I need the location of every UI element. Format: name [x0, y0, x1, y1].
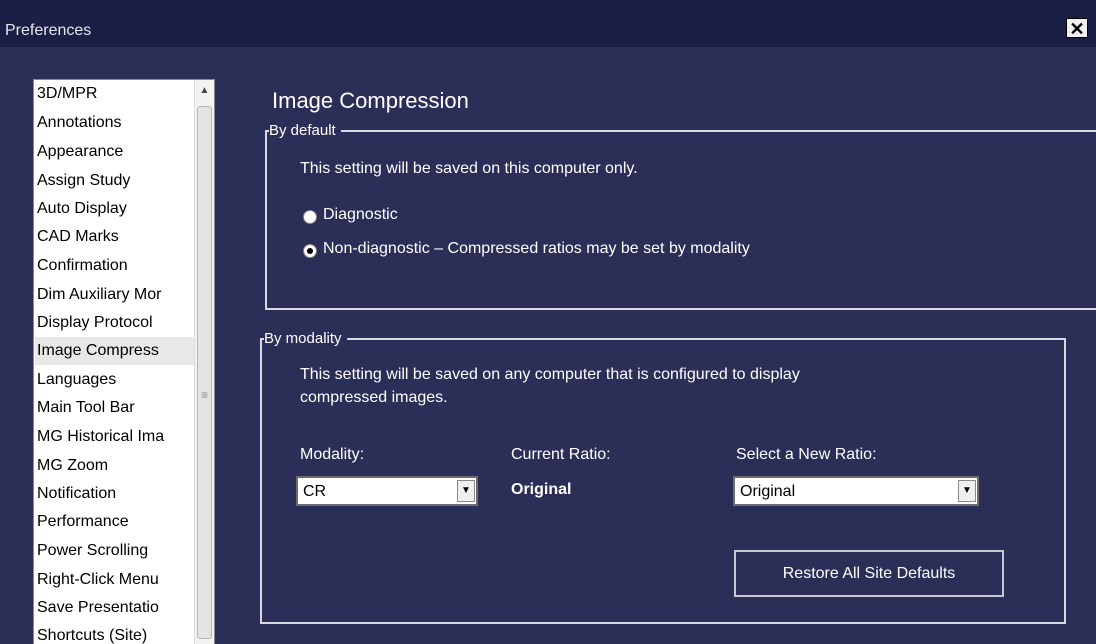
by-modality-legend: By modality	[260, 329, 347, 349]
sidebar-item-main-tool-bar[interactable]: Main Tool Bar	[37, 394, 193, 422]
sidebar-item-languages[interactable]: Languages	[37, 366, 193, 394]
sidebar-item-performance[interactable]: Performance	[37, 508, 193, 536]
sidebar-item-mg-historical[interactable]: MG Historical Ima	[37, 423, 193, 451]
sidebar-item-cad-marks[interactable]: CAD Marks	[37, 223, 193, 251]
new-ratio-label: Select a New Ratio:	[736, 446, 877, 463]
restore-all-site-defaults-button[interactable]: Restore All Site Defaults	[734, 550, 1004, 597]
by-modality-note-line2: compressed images.	[300, 389, 448, 406]
sidebar-item-shortcuts-site[interactable]: Shortcuts (Site)	[37, 622, 193, 644]
sidebar-item-dim-auxiliary[interactable]: Dim Auxiliary Mor	[37, 281, 193, 309]
sidebar-item-display-protocol[interactable]: Display Protocol	[37, 309, 193, 337]
close-icon: ✕	[1069, 19, 1085, 39]
by-default-legend: By default	[265, 121, 341, 141]
new-ratio-select[interactable]: Original ▼	[733, 476, 979, 506]
current-ratio-value: Original	[511, 481, 572, 498]
scroll-up-arrow-icon[interactable]: ▲	[195, 80, 214, 104]
modality-label: Modality:	[300, 446, 365, 463]
scroll-grip-icon: ≡	[201, 388, 209, 402]
non-diagnostic-radio[interactable]	[303, 244, 317, 258]
by-modality-note-line1: This setting will be saved on any comput…	[300, 366, 800, 383]
preferences-category-list[interactable]: 3D/MPR Annotations Appearance Assign Stu…	[33, 79, 215, 644]
diagnostic-radio-label[interactable]: Diagnostic	[323, 206, 398, 224]
sidebar-item-notification[interactable]: Notification	[37, 480, 193, 508]
by-default-note: This setting will be saved on this compu…	[300, 160, 638, 177]
chevron-down-icon[interactable]: ▼	[457, 480, 475, 502]
current-ratio-label: Current Ratio:	[511, 446, 611, 463]
new-ratio-select-value: Original	[740, 483, 796, 500]
sidebar-item-3d-mpr[interactable]: 3D/MPR	[37, 80, 193, 108]
page-title: Image Compression	[272, 88, 469, 113]
sidebar-item-right-click-menu[interactable]: Right-Click Menu	[37, 566, 193, 594]
non-diagnostic-radio-label[interactable]: Non-diagnostic – Compressed ratios may b…	[323, 240, 750, 258]
sidebar-item-confirmation[interactable]: Confirmation	[37, 252, 193, 280]
modality-select-value: CR	[303, 483, 327, 500]
diagnostic-radio[interactable]	[303, 210, 317, 224]
sidebar-item-auto-display[interactable]: Auto Display	[37, 195, 193, 223]
chevron-down-icon[interactable]: ▼	[958, 480, 976, 502]
sidebar-item-mg-zoom[interactable]: MG Zoom	[37, 452, 193, 480]
list-scrollbar[interactable]: ▲ ≡	[194, 80, 214, 644]
close-button[interactable]: ✕	[1066, 18, 1088, 39]
sidebar-item-power-scrolling[interactable]: Power Scrolling	[37, 537, 193, 565]
window-title: Preferences	[5, 22, 92, 39]
sidebar-item-save-presentation[interactable]: Save Presentatio	[37, 594, 193, 622]
scroll-thumb[interactable]: ≡	[197, 106, 212, 639]
modality-select[interactable]: CR ▼	[296, 476, 478, 506]
sidebar-item-appearance[interactable]: Appearance	[37, 138, 193, 166]
sidebar-item-assign-study[interactable]: Assign Study	[37, 167, 193, 195]
title-bar: Preferences ✕	[0, 0, 1096, 47]
sidebar-item-image-compression[interactable]: Image Compress	[35, 337, 195, 365]
sidebar-item-annotations[interactable]: Annotations	[37, 109, 193, 137]
